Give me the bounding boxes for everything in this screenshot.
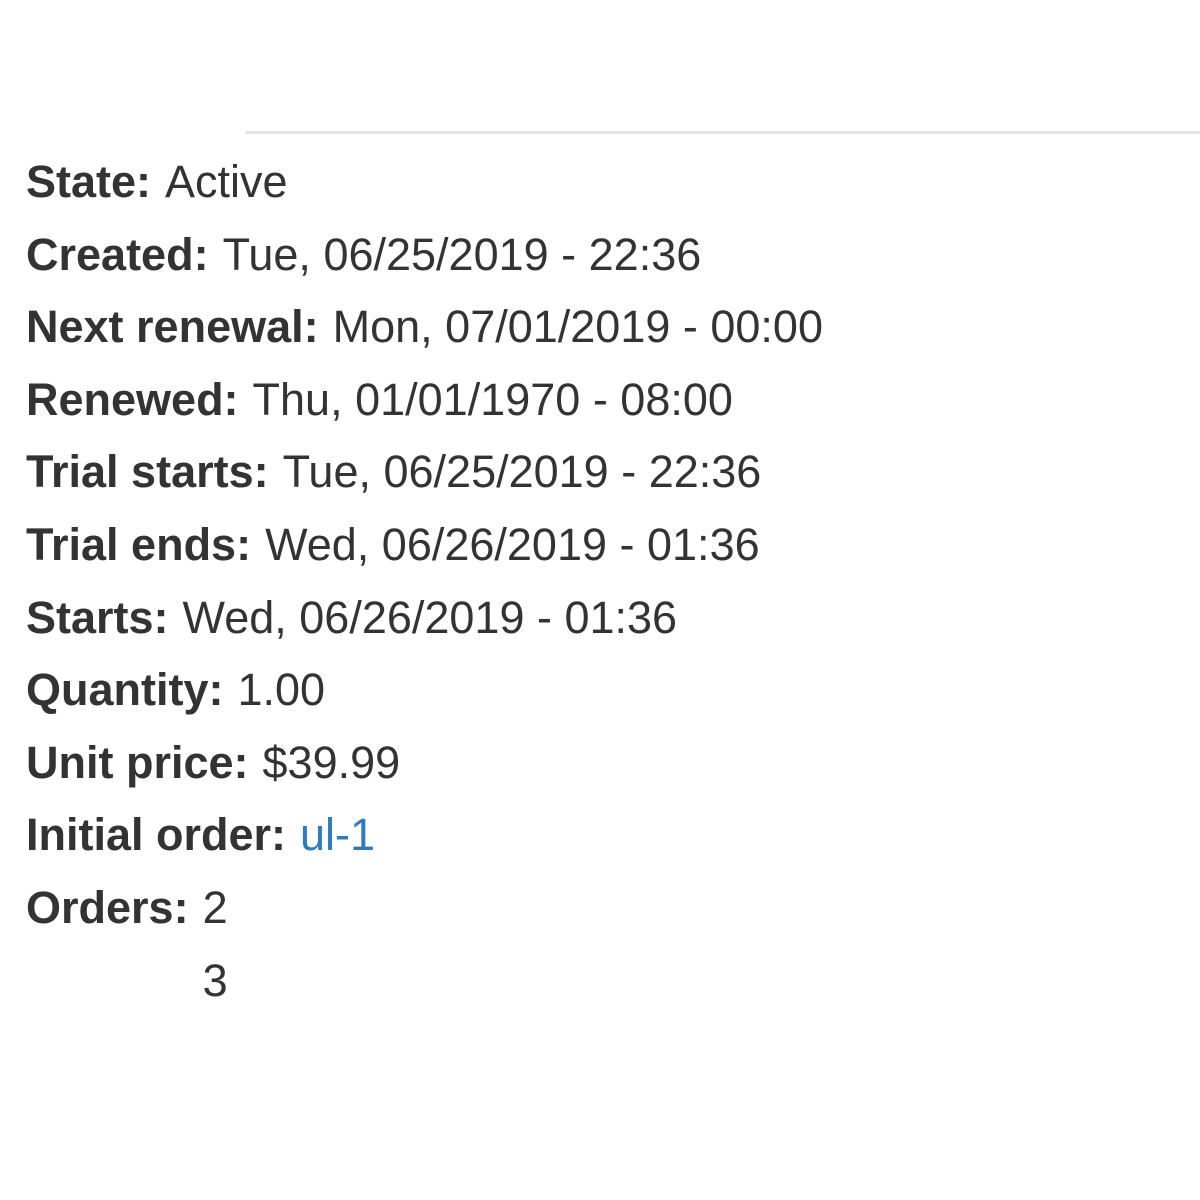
state-label: State: bbox=[26, 156, 152, 207]
field-starts: Starts: Wed, 06/26/2019 - 01:36 bbox=[26, 582, 823, 655]
renewed-value: Thu, 01/01/1970 - 08:00 bbox=[252, 373, 733, 425]
quantity-value: 1.00 bbox=[237, 664, 326, 716]
trial-ends-value: Wed, 06/26/2019 - 01:36 bbox=[265, 518, 760, 570]
starts-value: Wed, 06/26/2019 - 01:36 bbox=[182, 591, 678, 643]
next-renewal-value: Mon, 07/01/2019 - 00:00 bbox=[332, 301, 823, 353]
field-created: Created: Tue, 06/25/2019 - 22:36 bbox=[26, 219, 823, 292]
field-trial-ends: Trial ends: Wed, 06/26/2019 - 01:36 bbox=[26, 509, 823, 582]
state-value: Active bbox=[165, 156, 288, 207]
field-renewed: Renewed: Thu, 01/01/1970 - 08:00 bbox=[26, 364, 823, 437]
quantity-label: Quantity: bbox=[26, 664, 224, 716]
renewed-label: Renewed: bbox=[26, 373, 239, 425]
field-quantity: Quantity: 1.00 bbox=[26, 654, 823, 727]
field-state: State: Active bbox=[26, 146, 823, 219]
top-divider bbox=[246, 131, 1200, 134]
order-item: 2 bbox=[202, 881, 228, 933]
initial-order-label: Initial order: bbox=[26, 809, 287, 861]
field-next-renewal: Next renewal: Mon, 07/01/2019 - 00:00 bbox=[26, 291, 823, 364]
orders-list: 2 3 bbox=[203, 872, 228, 1017]
next-renewal-label: Next renewal: bbox=[26, 301, 319, 353]
created-value: Tue, 06/25/2019 - 22:36 bbox=[222, 228, 702, 280]
field-unit-price: Unit price: $39.99 bbox=[26, 727, 823, 800]
unit-price-value: $39.99 bbox=[262, 736, 401, 788]
field-orders: Orders: 2 3 bbox=[26, 872, 823, 1017]
initial-order-link[interactable]: ul-1 bbox=[300, 809, 375, 860]
trial-ends-label: Trial ends: bbox=[26, 518, 252, 570]
order-item: 3 bbox=[202, 954, 228, 1006]
created-label: Created: bbox=[26, 228, 209, 280]
trial-starts-value: Tue, 06/25/2019 - 22:36 bbox=[282, 446, 762, 498]
starts-label: Starts: bbox=[26, 591, 169, 643]
unit-price-label: Unit price: bbox=[26, 736, 249, 788]
field-trial-starts: Trial starts: Tue, 06/25/2019 - 22:36 bbox=[26, 436, 823, 509]
subscription-details: State: Active Created: Tue, 06/25/2019 - 2… bbox=[26, 146, 823, 1017]
trial-starts-label: Trial starts: bbox=[26, 446, 269, 498]
orders-label: Orders: bbox=[26, 881, 189, 933]
field-initial-order: Initial order: ul-1 bbox=[26, 799, 823, 872]
